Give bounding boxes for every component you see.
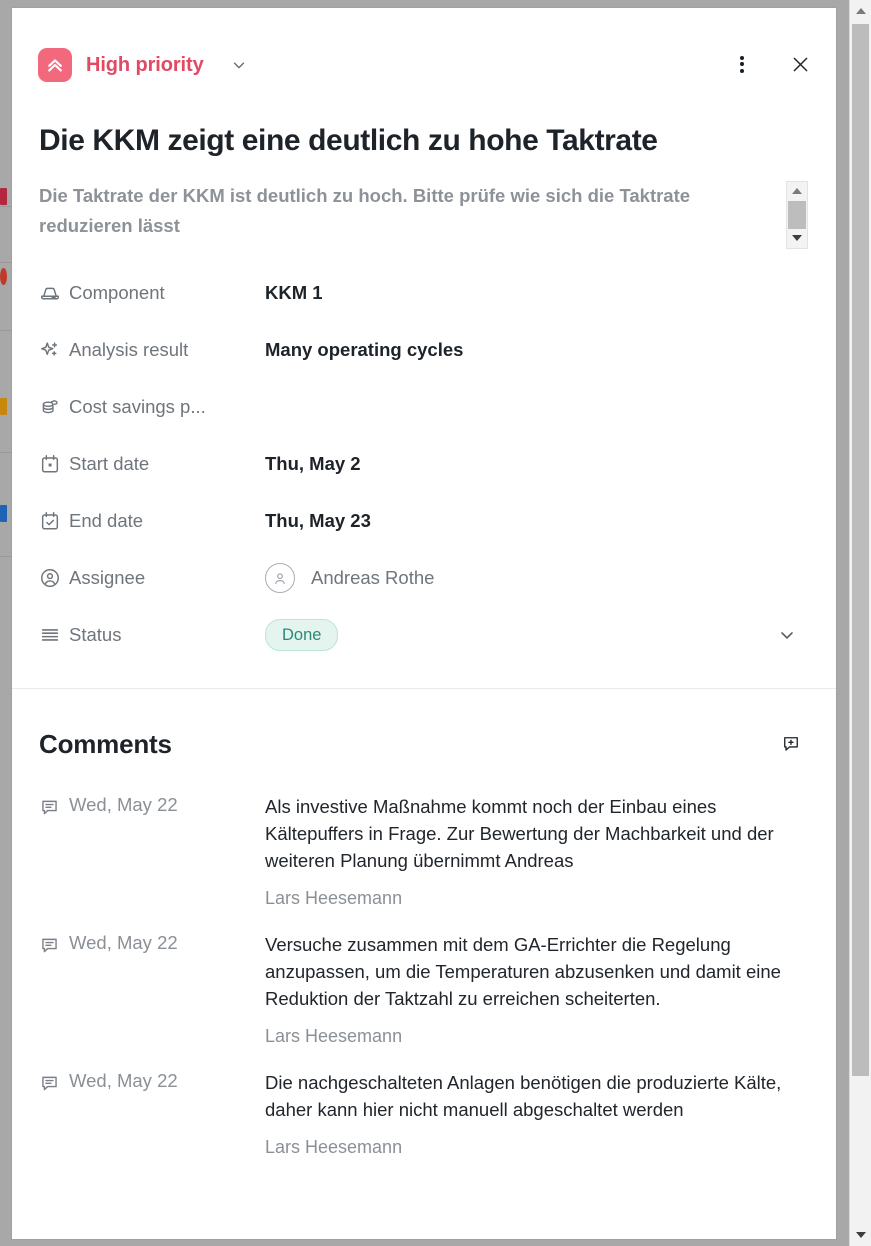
task-description-area: Die Taktrate der KKM ist deutlich zu hoc… (12, 180, 836, 249)
scroll-down-arrow-icon[interactable] (787, 229, 807, 248)
field-row-assignee[interactable]: Assignee Andreas Rothe (39, 550, 809, 607)
comment-author: Lars Heesemann (265, 1136, 403, 1157)
field-label: Component (69, 282, 165, 303)
sparkle-icon (39, 339, 69, 361)
comment-icon (39, 931, 69, 961)
avatar (265, 563, 295, 593)
double-chevron-up-icon (38, 48, 72, 82)
field-row-start-date[interactable]: Start date Thu, May 2 (39, 436, 809, 493)
comments-title: Comments (39, 728, 172, 759)
comment-date: Wed, May 22 (69, 931, 178, 953)
comment-date: Wed, May 22 (69, 793, 178, 815)
comment-item[interactable]: Wed, May 22 Die nachgeschalteten Anlagen… (39, 1069, 809, 1158)
field-label: Assignee (69, 567, 146, 588)
description-scrollbar[interactable] (786, 180, 808, 249)
field-value: Thu, May 23 (265, 510, 371, 531)
comment-author: Lars Heesemann (265, 887, 403, 908)
comments-header: Comments (12, 689, 836, 760)
field-row-cost-savings[interactable]: Cost savings p... (39, 379, 809, 436)
field-label: Analysis result (69, 339, 189, 360)
scroll-down-arrow-icon[interactable] (850, 1224, 871, 1246)
field-label: End date (69, 510, 144, 531)
priority-selector[interactable]: High priority (38, 48, 248, 82)
comment-date: Wed, May 22 (69, 1069, 178, 1091)
field-row-component[interactable]: Component KKM 1 (39, 265, 809, 322)
add-comment-icon[interactable] (777, 730, 805, 758)
field-label: Status (69, 624, 122, 645)
comment-text: Als investive Maßnahme kommt noch der Ei… (265, 795, 774, 871)
status-badge[interactable]: Done (265, 619, 339, 651)
comment-text: Die nachgeschalteten Anlagen benötigen d… (265, 1071, 782, 1120)
rows-icon (39, 624, 69, 646)
comment-body: Versuche zusammen mit dem GA-Errichter d… (265, 931, 795, 1047)
comments-list: Wed, May 22 Als investive Maßnahme kommt… (12, 760, 836, 1158)
comment-author: Lars Heesemann (265, 1025, 403, 1046)
field-label: Cost savings p... (69, 396, 206, 417)
comment-icon (39, 793, 69, 823)
comment-item[interactable]: Wed, May 22 Als investive Maßnahme kommt… (39, 793, 809, 909)
task-fields: Component KKM 1 Analysis result Many ope… (12, 265, 836, 664)
calendar-icon (39, 453, 69, 475)
scroll-up-arrow-icon[interactable] (850, 0, 871, 22)
field-row-analysis-result[interactable]: Analysis result Many operating cycles (39, 322, 809, 379)
comment-text: Versuche zusammen mit dem GA-Errichter d… (265, 933, 781, 1009)
calendar-check-icon (39, 510, 69, 532)
task-title: Die KKM zeigt eine deutlich zu hohe Takt… (39, 124, 658, 157)
scroll-up-arrow-icon[interactable] (787, 182, 807, 201)
comment-body: Die nachgeschalteten Anlagen benötigen d… (265, 1069, 795, 1158)
screen: High priority Die KKM zeigt eine deutlic… (0, 0, 871, 1246)
modal-header: High priority (12, 8, 836, 100)
status-value: Done (265, 619, 339, 651)
field-row-status[interactable]: Status Done (39, 607, 809, 664)
task-description: Die Taktrate der KKM ist deutlich zu hoc… (39, 184, 691, 236)
assignee-name: Andreas Rothe (311, 567, 435, 588)
header-actions (728, 50, 814, 78)
coins-icon (39, 396, 69, 418)
field-row-end-date[interactable]: End date Thu, May 23 (39, 493, 809, 550)
field-value: Many operating cycles (265, 339, 464, 360)
chevron-down-icon[interactable] (230, 56, 248, 74)
task-detail-modal: High priority Die KKM zeigt eine deutlic… (12, 8, 836, 1239)
user-circle-icon (39, 567, 69, 589)
description-scrollbar-thumb[interactable] (788, 200, 806, 229)
comment-item[interactable]: Wed, May 22 Versuche zusammen mit dem GA… (39, 931, 809, 1047)
comment-body: Als investive Maßnahme kommt noch der Ei… (265, 793, 795, 909)
field-label: Start date (69, 453, 150, 474)
priority-label: High priority (86, 53, 204, 76)
server-icon (39, 282, 69, 304)
window-scrollbar-thumb[interactable] (852, 24, 869, 1076)
kebab-menu-icon[interactable] (728, 50, 756, 78)
close-icon[interactable] (786, 50, 814, 78)
window-scrollbar[interactable] (849, 0, 871, 1246)
comment-icon (39, 1069, 69, 1099)
chevron-down-icon[interactable] (777, 625, 797, 645)
field-value: KKM 1 (265, 282, 323, 303)
assignee-value: Andreas Rothe (265, 563, 434, 593)
field-value: Thu, May 2 (265, 453, 361, 474)
